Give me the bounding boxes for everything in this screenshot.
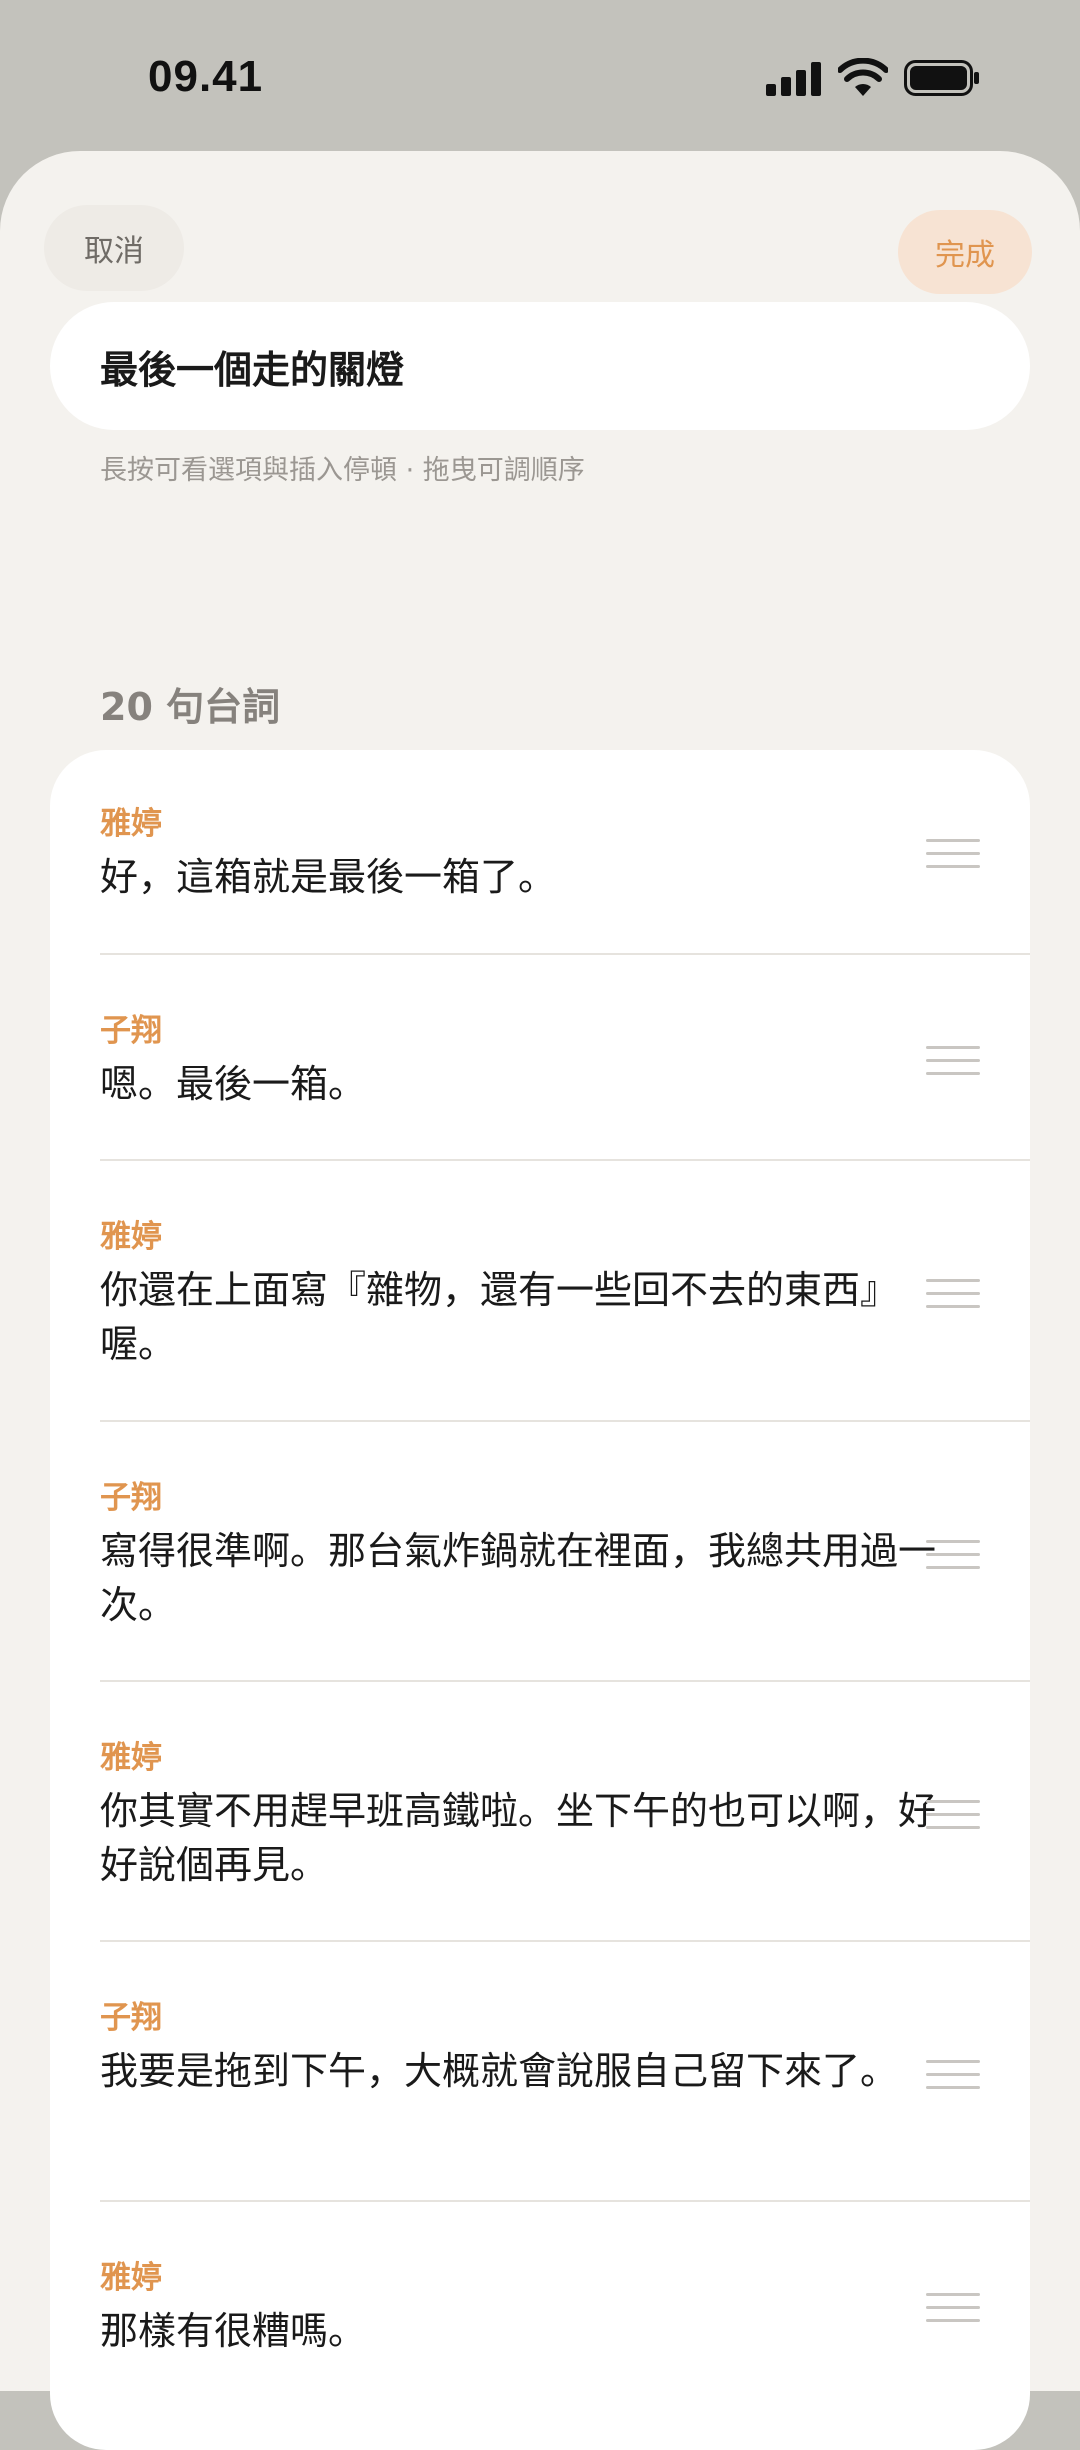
speaker-name: 子翔: [100, 1013, 162, 1049]
signal-icon: [766, 62, 821, 96]
drag-handle-icon[interactable]: [926, 2060, 980, 2090]
speaker-name: 子翔: [100, 1480, 162, 1516]
dialogue-text: 我要是拖到下午，大概就會說服自己留下來了。: [100, 2049, 899, 2093]
list-item[interactable]: 子翔 嗯。最後一箱。: [50, 955, 1030, 1161]
cancel-button[interactable]: 取消: [44, 205, 184, 291]
list-item[interactable]: 雅婷 你還在上面寫『雜物，還有一些回不去的東西』喔。: [50, 1161, 1030, 1421]
list-item[interactable]: 子翔 寫得很準啊。那台氣炸鍋就在裡面，我總共用過一次。: [50, 1422, 1030, 1681]
hint-text: 長按可看選項與插入停頓 · 拖曳可調順序: [100, 455, 585, 486]
dialogue-text: 你其實不用趕早班高鐵啦。坐下午的也可以啊，好好說個再見。: [100, 1789, 937, 1887]
drag-handle-icon[interactable]: [926, 1046, 980, 1076]
wifi-icon: [838, 58, 888, 96]
status-time: 09.41: [148, 52, 264, 101]
speaker-name: 子翔: [100, 2000, 162, 2036]
drag-handle-icon[interactable]: [926, 1540, 980, 1570]
dialogue-text: 嗯。最後一箱。: [100, 1062, 367, 1106]
done-button[interactable]: 完成: [898, 210, 1032, 294]
drag-handle-icon[interactable]: [926, 1279, 980, 1309]
lines-count-label: 20 句台詞: [100, 685, 281, 729]
title-input-value: 最後一個走的關燈: [100, 347, 405, 392]
battery-icon: [904, 60, 979, 96]
speaker-name: 雅婷: [100, 1740, 162, 1776]
list-item[interactable]: 雅婷 那樣有很糟嗎。: [50, 2202, 1030, 2402]
status-bar: 09.41: [0, 0, 1080, 150]
speaker-name: 雅婷: [100, 2260, 162, 2296]
list-item[interactable]: 雅婷 好，這箱就是最後一箱了。: [50, 750, 1030, 955]
speaker-name: 雅婷: [100, 1219, 162, 1255]
dialogue-text: 你還在上面寫『雜物，還有一些回不去的東西』喔。: [100, 1268, 899, 1366]
dialogue-text: 那樣有很糟嗎。: [100, 2309, 367, 2353]
dialogue-text: 好，這箱就是最後一箱了。: [100, 855, 557, 899]
lines-list: 雅婷 好，這箱就是最後一箱了。 子翔 嗯。最後一箱。 雅婷 你還在上面寫『雜物，…: [50, 750, 1030, 2450]
list-item[interactable]: 子翔 我要是拖到下午，大概就會說服自己留下來了。: [50, 1942, 1030, 2202]
drag-handle-icon[interactable]: [926, 1800, 980, 1830]
drag-handle-icon[interactable]: [926, 839, 980, 869]
speaker-name: 雅婷: [100, 806, 162, 842]
title-input[interactable]: 最後一個走的關燈: [50, 302, 1030, 430]
list-item[interactable]: 雅婷 你其實不用趕早班高鐵啦。坐下午的也可以啊，好好說個再見。: [50, 1682, 1030, 1942]
dialogue-text: 寫得很準啊。那台氣炸鍋就在裡面，我總共用過一次。: [100, 1529, 937, 1627]
drag-handle-icon[interactable]: [926, 2293, 980, 2323]
